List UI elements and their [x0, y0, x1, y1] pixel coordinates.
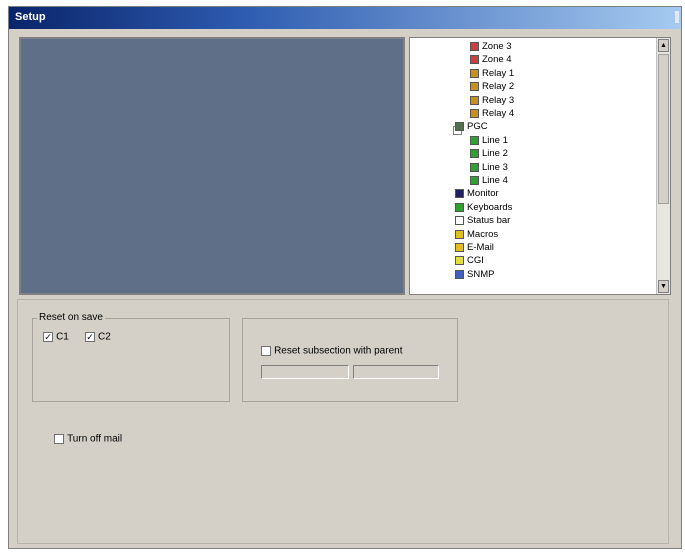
tree-item-label: Line 2 [482, 148, 508, 160]
close-icon[interactable] [675, 11, 679, 23]
keyboard-icon [455, 202, 464, 212]
preview-panel [19, 37, 405, 295]
reset-group-caption: Reset on save [37, 312, 105, 323]
field-right[interactable] [353, 365, 439, 379]
tree-item[interactable]: Relay 2 [470, 80, 514, 93]
tree-item-label: Line 4 [482, 175, 508, 186]
title-bar[interactable]: Setup [9, 7, 681, 29]
tree-item-label: E-Mail [467, 242, 494, 253]
tree-item[interactable]: Relay 4 [470, 107, 514, 120]
tree-item[interactable]: CGI [455, 254, 484, 267]
tree-item[interactable]: SNMP [455, 268, 494, 281]
tree-item-label: Zone 3 [482, 41, 512, 52]
tree-item-label: Macros [467, 228, 499, 240]
tree-item[interactable]: Line 2 [470, 147, 508, 160]
turn-off-mail-label: Turn off mail [67, 433, 123, 445]
scroll-down-icon[interactable]: ▼ [658, 280, 669, 293]
monitor-icon [455, 189, 464, 199]
zone-icon [470, 42, 479, 51]
option-c2-checkbox[interactable]: ✓ [84, 332, 95, 343]
tree-item-label: PGC [467, 121, 488, 133]
turn-off-mail-checkbox[interactable] [54, 434, 64, 445]
tree-item-label: Status bar [467, 215, 511, 227]
scroll-up-icon[interactable]: ▲ [658, 39, 669, 52]
snmp-icon [455, 269, 464, 279]
cgi-icon [455, 256, 464, 266]
line-icon [470, 162, 479, 172]
reset-subsection-label: Reset subsection with parent [274, 345, 403, 357]
tree-item-label: Monitor [467, 188, 499, 200]
tree-item[interactable]: Status bar [455, 214, 510, 227]
tree-item[interactable]: PGC [455, 120, 488, 133]
email-icon [455, 243, 464, 252]
reset-subsection-checkbox[interactable] [261, 346, 271, 357]
tree-item-label: Relay 2 [482, 81, 515, 93]
setup-window: Setup − Zone 3Zone 4Relay 1Relay 2Relay … [8, 6, 682, 549]
tree-item[interactable]: Keyboards [455, 201, 512, 214]
relay-icon [470, 109, 479, 118]
relay-icon [470, 82, 479, 92]
macro-icon [455, 229, 464, 239]
tree-item-label: Relay 4 [482, 108, 515, 119]
tree-item[interactable]: Line 3 [470, 161, 508, 174]
reset-sub-group: Reset subsection with parent [242, 318, 458, 402]
tree-item-label: Relay 3 [482, 94, 515, 106]
tree-item[interactable]: Line 1 [470, 134, 508, 147]
tree-item[interactable]: Relay 3 [470, 94, 514, 107]
tree-item[interactable]: Relay 1 [470, 67, 514, 80]
option-c2-label: C2 [98, 331, 111, 343]
pgc-icon [455, 122, 464, 132]
tree-item[interactable]: Line 4 [470, 174, 508, 187]
tree-item-label: SNMP [467, 268, 495, 280]
scroll-thumb[interactable] [658, 54, 669, 204]
line-icon [470, 176, 479, 185]
tree-item-label: Relay 1 [482, 67, 515, 79]
tree-item-label: Keyboards [467, 201, 513, 213]
relay-icon [470, 95, 479, 105]
field-left[interactable] [261, 365, 349, 379]
tree-item-label: Zone 4 [482, 54, 512, 66]
settings-panel: Reset on save ✓ C1 ✓ C2 Reset subsection… [17, 299, 669, 544]
device-tree[interactable]: − Zone 3Zone 4Relay 1Relay 2Relay 3Relay… [409, 37, 671, 295]
tree-item-label: Line 1 [482, 134, 508, 146]
tree-item[interactable]: Zone 3 [470, 40, 512, 53]
tree-item[interactable]: Macros [455, 228, 498, 241]
tree-item[interactable]: Zone 4 [470, 53, 512, 66]
option-c1-checkbox[interactable]: ✓ [43, 332, 53, 343]
window-title: Setup [15, 11, 46, 23]
statusbar-icon [455, 216, 464, 226]
tree-item[interactable]: E-Mail [455, 241, 494, 254]
line-icon [470, 149, 479, 159]
line-icon [470, 135, 479, 145]
zone-icon [470, 55, 479, 65]
relay-icon [470, 68, 479, 78]
reset-group: Reset on save ✓ C1 ✓ C2 [32, 312, 230, 402]
tree-scrollbar[interactable]: ▲ ▼ [656, 38, 670, 294]
tree-item[interactable]: Monitor [455, 187, 499, 200]
tree-item-label: CGI [467, 255, 484, 267]
tree-item-label: Line 3 [482, 161, 508, 173]
option-c1-label: C1 [56, 331, 69, 343]
